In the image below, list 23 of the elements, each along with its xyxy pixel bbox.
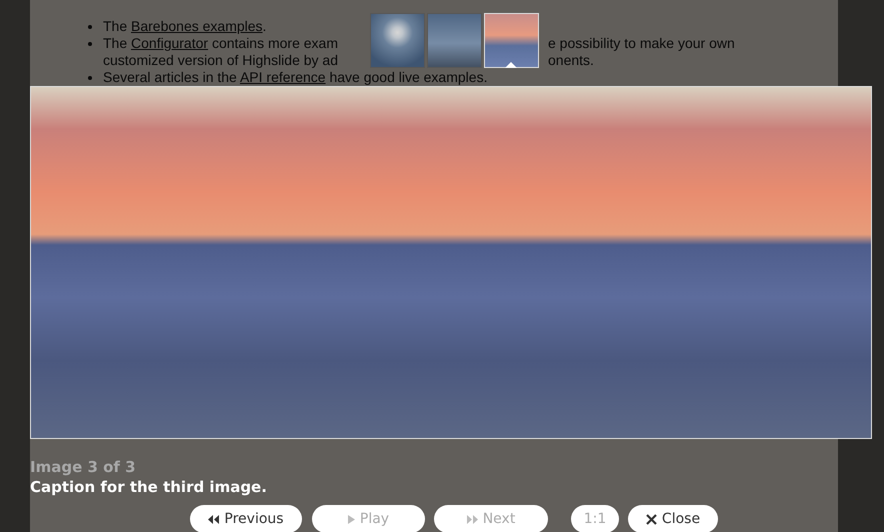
bullet-text: The Barebones examples.: [103, 18, 266, 34]
bullet-icon: [88, 25, 92, 29]
page-link[interactable]: Configurator: [131, 35, 208, 51]
image-counter: Image 3 of 3: [30, 457, 137, 477]
page-link[interactable]: Barebones examples: [131, 18, 263, 34]
bullet-icon: [88, 76, 92, 80]
page-link[interactable]: API reference: [240, 69, 326, 85]
fast-forward-icon: [466, 514, 478, 524]
play-icon: [348, 514, 355, 524]
bullet-text: onents.: [548, 52, 594, 69]
bullet-text: Several articles in the API reference have good live examples.: [103, 69, 488, 85]
control-button[interactable]: Previous: [190, 505, 302, 532]
bullet-text: customized version of Highslide by ad: [103, 52, 338, 68]
bullet-icon: [88, 42, 92, 46]
bullet-text: The Configurator contains more exam: [103, 35, 338, 51]
thumbnail[interactable]: [427, 13, 482, 68]
image-caption: Caption for the third image.: [30, 477, 267, 497]
rewind-icon: [208, 514, 220, 524]
selected-pointer-icon: [505, 62, 517, 68]
bullet-text: e possibility to make your own: [548, 35, 735, 52]
thumbnail[interactable]: [370, 13, 425, 68]
close-icon: [646, 514, 657, 524]
control-button[interactable]: Close: [628, 505, 718, 532]
